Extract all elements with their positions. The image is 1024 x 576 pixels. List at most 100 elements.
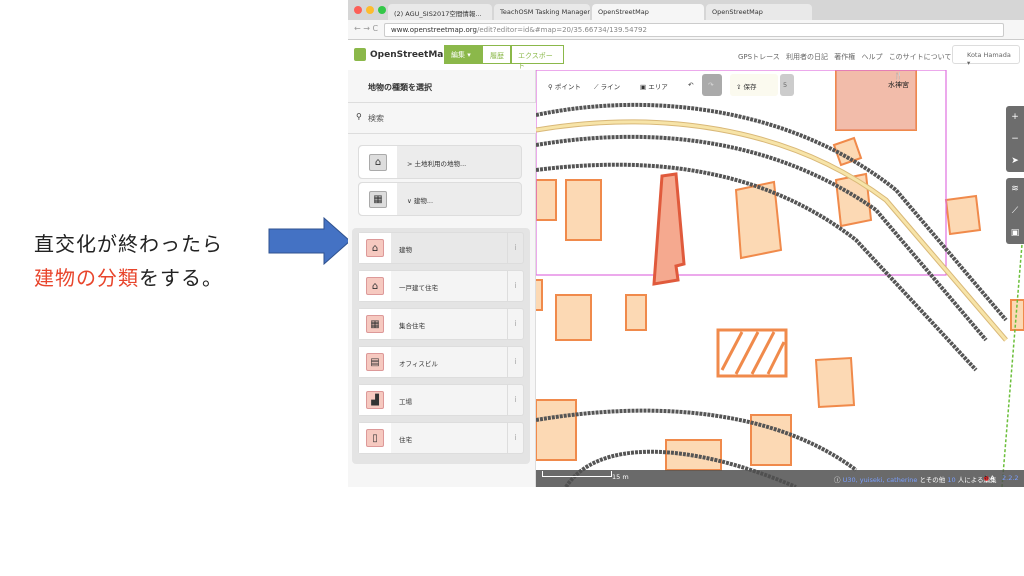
poi-name: 水神宮 (888, 81, 909, 89)
arrow-right-icon (268, 217, 351, 265)
url-host: www.openstreetmap.org (391, 26, 477, 34)
preset-building[interactable]: ⌂ 建物 i (358, 232, 524, 264)
category-building[interactable]: ▦ ∨ 建物... (358, 182, 522, 216)
layers-button[interactable]: ≋ (1006, 178, 1024, 200)
tab-bar: (2) AGU_SIS2017空間情報... TeachOSM Tasking … (348, 0, 1024, 20)
info-button[interactable]: i (507, 423, 523, 453)
bug-icon[interactable]: 🐞A (982, 474, 995, 482)
user-menu[interactable]: Kota Hamada ▾ (952, 45, 1020, 67)
history-button[interactable]: 履歴 (482, 45, 512, 64)
slide-caption-line2: 建物の分類をする。 (34, 262, 223, 291)
attribution: ⓘ U30, yuiseki, catherine とその他 10 人による編集 (834, 476, 997, 484)
house-icon: ⌂ (366, 277, 384, 295)
search-icon: ⚲ (356, 112, 362, 121)
restaurant-icon: 🍴 (894, 72, 903, 80)
preset-label: 住宅 (399, 436, 412, 444)
tab-teachosm[interactable]: TeachOSM Tasking Manager - (494, 4, 590, 20)
category-label: ∨ 建物... (407, 197, 434, 205)
map-footer: 15 m ⓘ U30, yuiseki, catherine とその他 10 人… (536, 470, 1024, 487)
search-placeholder: 検索 (368, 114, 384, 123)
nav-diary[interactable]: 利用者の日記 (786, 53, 828, 61)
info-button[interactable]: i (507, 271, 523, 301)
line-label: ライン (600, 83, 621, 91)
category-label: > 土地利用の地物... (407, 160, 467, 168)
attribution-text: とその他 (919, 476, 946, 484)
sidebar: 地物の種類を選択 ⚲ 検索 ⌂ > 土地利用の地物... ▦ ∨ 建物... ⌂ 建物… (348, 70, 536, 487)
edit-button[interactable]: 編集 ▾ (444, 45, 482, 64)
industrial-icon: ▟ (366, 391, 384, 409)
preset-list: ⌂ 建物 i ⌂ 一戸建て住宅 i ▦ 集合住宅 i ▤ オフィスビル i ▟ 工場 i ▯ 住宅 i (352, 228, 530, 464)
nav-copyright[interactable]: 著作権 (834, 53, 855, 61)
caption-rest: をする。 (139, 266, 223, 290)
browser-screenshot: (2) AGU_SIS2017空間情報... TeachOSM Tasking … (348, 0, 1024, 487)
info-button[interactable]: i (507, 233, 523, 263)
map-panels: ≋ ⟋ ▣ (1006, 178, 1024, 244)
residential-icon: ▯ (366, 429, 384, 447)
caption-highlight: 建物の分類 (34, 266, 139, 290)
preset-commercial[interactable]: ▤ オフィスビル i (358, 346, 524, 378)
preset-industrial[interactable]: ▟ 工場 i (358, 384, 524, 416)
nav-buttons-icon[interactable]: ← → C (354, 24, 378, 33)
scale-bar (542, 471, 612, 477)
undo-icon: ↶ (688, 81, 694, 89)
house-icon: ⌂ (366, 239, 384, 257)
add-point-button[interactable]: ⚲ ポイント (542, 74, 587, 96)
preset-label: 工場 (399, 398, 412, 406)
info-button[interactable]: i (507, 385, 523, 415)
redo-button[interactable]: ↷ (702, 74, 722, 96)
preset-label: 集合住宅 (399, 322, 425, 330)
add-line-button[interactable]: ⟋ ライン (588, 74, 627, 96)
osm-logo[interactable]: OpenStreetMap (370, 50, 450, 60)
user-name: Kota Hamada (967, 51, 1011, 59)
save-label: 保存 (743, 83, 757, 91)
osm-logo-icon (354, 48, 366, 61)
edit-count-badge: 5 (780, 74, 794, 96)
tab-openstreetmap[interactable]: OpenStreetMap (706, 4, 812, 20)
zoom-controls: + − ➤ (1006, 106, 1024, 172)
preset-residential[interactable]: ▯ 住宅 i (358, 422, 524, 454)
save-button[interactable]: ⇪ 保存 (730, 74, 778, 96)
point-label: ポイント (554, 83, 581, 91)
preset-label: 建物 (399, 246, 412, 254)
address-bar: ← → C www.openstreetmap.org/edit?editor=… (348, 20, 1024, 40)
slide-caption-line1: 直交化が終わったら (34, 232, 223, 256)
tab-openstreetmap-active[interactable]: OpenStreetMap (592, 4, 704, 20)
zoom-out-button[interactable]: − (1006, 128, 1024, 150)
map-canvas[interactable]: ⚲ ポイント ⟋ ライン ▣ エリア ↶ ↷ ⇪ 保存 5 🍴 水神宮 + − ➤ ≋… (536, 70, 1024, 487)
contributor-count[interactable]: 10 (947, 476, 955, 484)
landuse-icon: ⌂ (369, 154, 387, 171)
help-button[interactable]: ▣ (1006, 222, 1024, 244)
edit-label: 編集 (451, 51, 465, 59)
url-input[interactable]: www.openstreetmap.org/edit?editor=id&#ma… (384, 23, 1004, 37)
search-input[interactable]: ⚲ 検索 (348, 102, 536, 134)
undo-button[interactable]: ↶ (682, 74, 702, 96)
map-features (536, 70, 1024, 487)
map-data-button[interactable]: ⟋ (1006, 200, 1024, 222)
url-path: /edit?editor=id&#map=20/35.66734/139.547… (476, 26, 647, 34)
poi-label[interactable]: 🍴 水神宮 (888, 72, 909, 90)
export-button[interactable]: エクスポート (510, 45, 564, 70)
contributors-link[interactable]: U30, yuiseki, catherine (843, 476, 918, 484)
zoom-in-button[interactable]: + (1006, 106, 1024, 128)
category-landuse[interactable]: ⌂ > 土地利用の地物... (358, 145, 522, 179)
preset-label: 一戸建て住宅 (399, 284, 438, 292)
header-nav: GPSトレース 利用者の日記 著作権 ヘルプ このサイトについて (738, 52, 951, 62)
preset-house[interactable]: ⌂ 一戸建て住宅 i (358, 270, 524, 302)
nav-gps[interactable]: GPSトレース (738, 53, 780, 61)
geolocate-button[interactable]: ➤ (1006, 150, 1024, 172)
commercial-icon: ▤ (366, 353, 384, 371)
version-link[interactable]: 2.2.2 (1002, 474, 1019, 482)
nav-help[interactable]: ヘルプ (861, 53, 882, 61)
add-area-button[interactable]: ▣ エリア (634, 74, 674, 96)
preset-apartments[interactable]: ▦ 集合住宅 i (358, 308, 524, 340)
info-button[interactable]: i (507, 309, 523, 339)
osm-header: OpenStreetMap 編集 ▾ 履歴 エクスポート GPSトレース 利用者… (348, 40, 1024, 70)
sidebar-title: 地物の種類を選択 (368, 83, 432, 92)
building-icon: ▦ (369, 191, 387, 208)
info-button[interactable]: i (507, 347, 523, 377)
redo-icon: ↷ (708, 81, 714, 89)
tab-agu[interactable]: (2) AGU_SIS2017空間情報... (388, 4, 492, 20)
preset-label: オフィスビル (399, 360, 438, 368)
nav-about[interactable]: このサイトについて (889, 53, 952, 61)
area-label: エリア (648, 83, 668, 91)
